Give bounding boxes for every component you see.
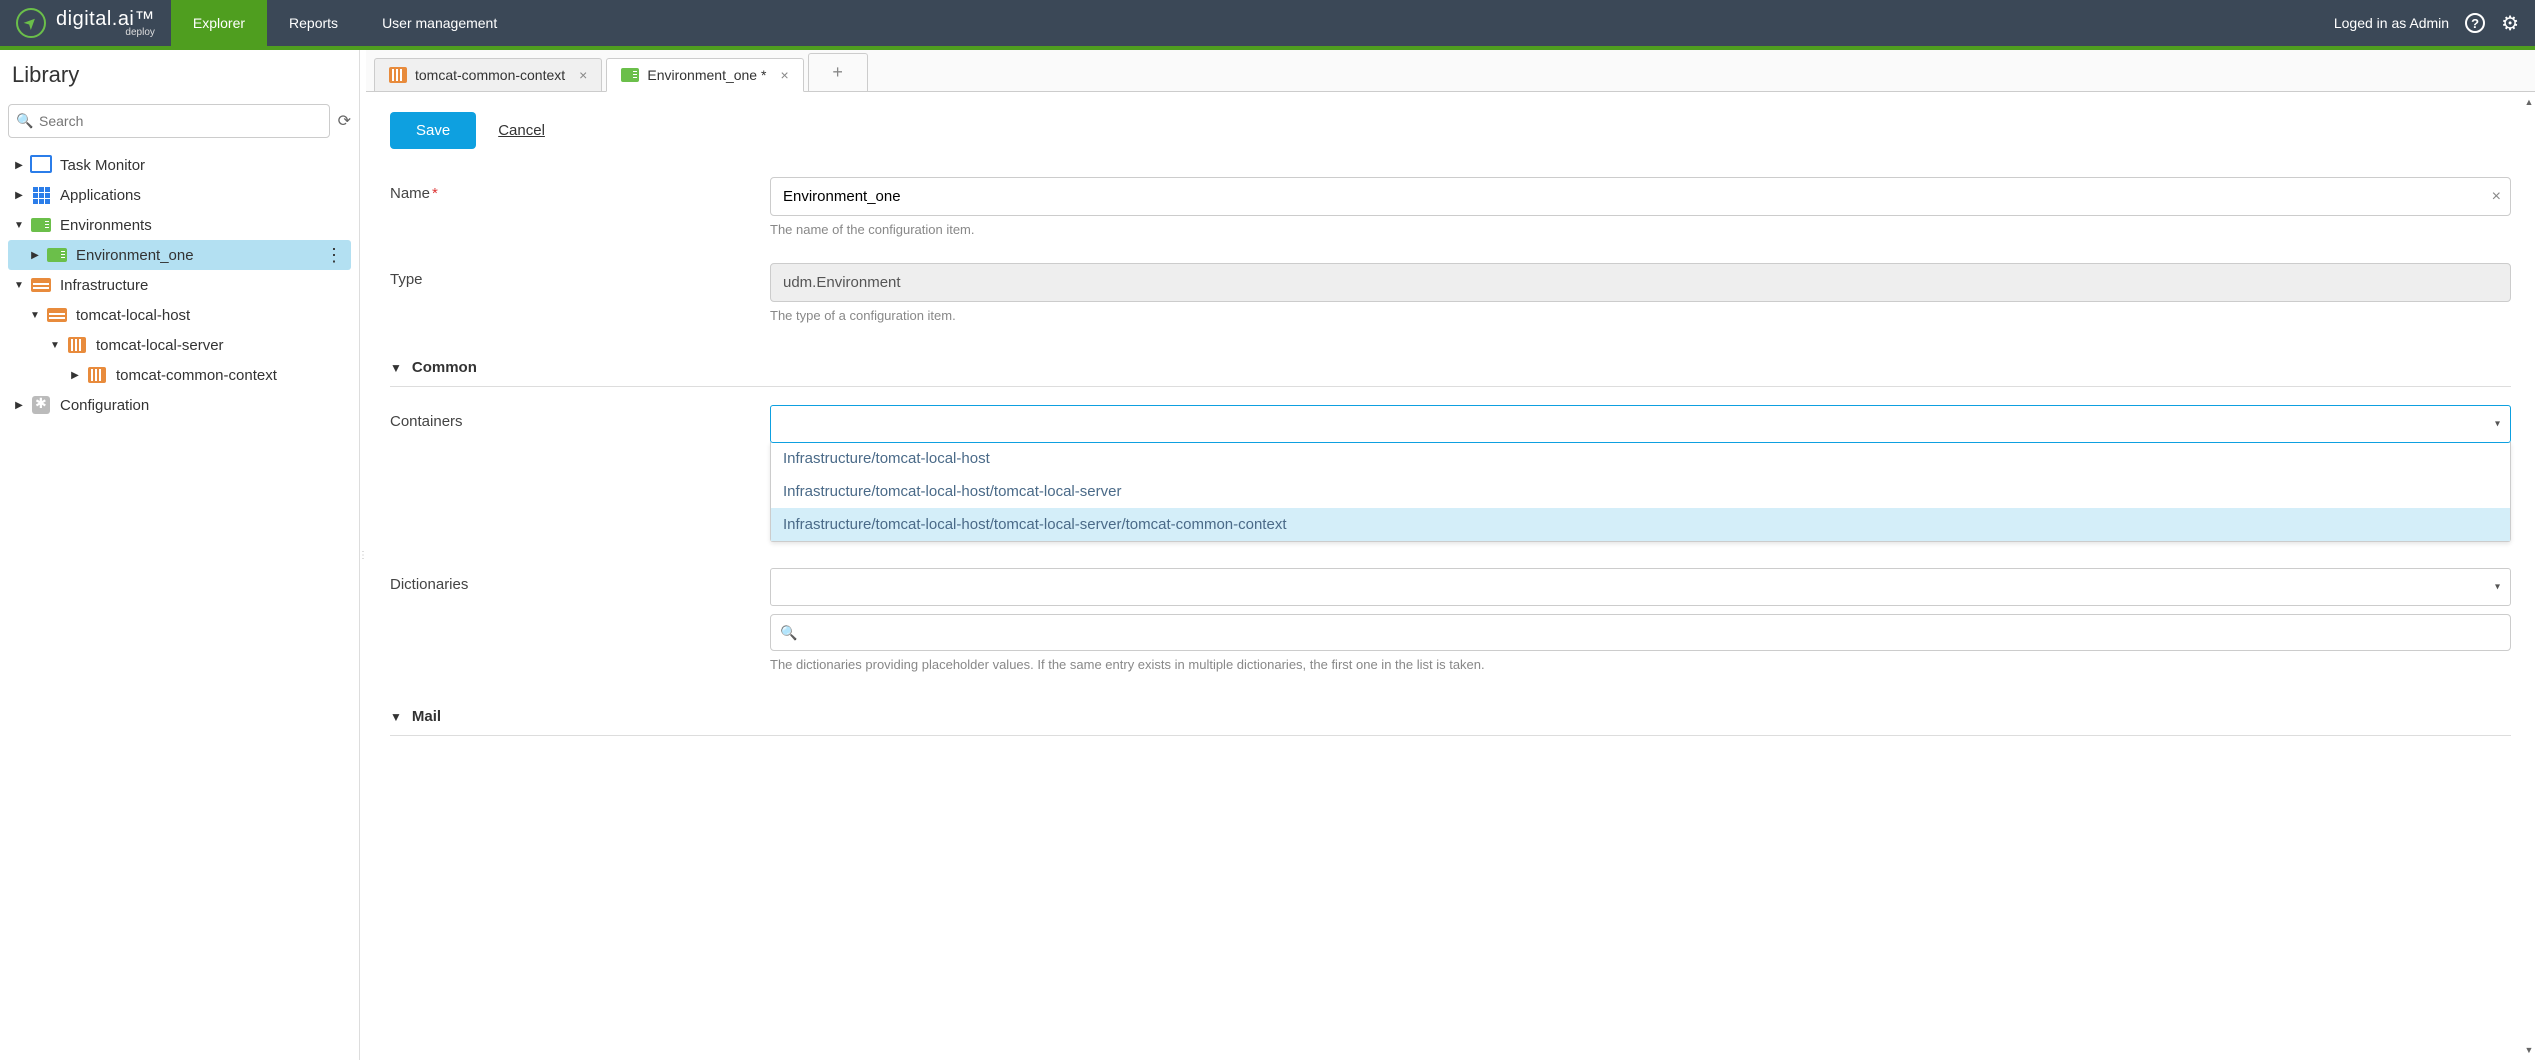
host-icon [46,306,68,324]
tab-label: Environment_one * [647,67,766,83]
cancel-button[interactable]: Cancel [498,122,545,139]
tree-task-monitor[interactable]: ▶ Task Monitor [8,150,351,180]
dictionaries-help: The dictionaries providing placeholder v… [770,657,2511,672]
settings-gear-icon[interactable]: ⚙ [2501,11,2519,36]
search-icon: 🔍 [780,624,797,641]
chevron-down-icon: ▼ [390,361,402,375]
tree-applications[interactable]: ▶ Applications [8,180,351,210]
type-input [770,263,2511,302]
tree-tomcat-server[interactable]: ▼ tomcat-local-server [8,330,351,360]
tree-configuration[interactable]: ▶ Configuration [8,390,351,420]
tabs-bar: tomcat-common-context × Environment_one … [366,50,2535,92]
environment-icon [621,67,639,83]
dropdown-option[interactable]: Infrastructure/tomcat-local-host/tomcat-… [771,508,2510,541]
monitor-icon [30,156,52,174]
form-panel: ▲ Save Cancel Name* × The name of the co… [366,92,2535,1060]
nav-user-management[interactable]: User management [360,0,519,46]
scroll-down-icon[interactable]: ▼ [2523,1040,2535,1060]
tree-tomcat-context[interactable]: ▶ tomcat-common-context [8,360,351,390]
more-actions-icon[interactable]: ⋮ [325,245,343,266]
top-navbar: ➤ digital.ai™ deploy Explorer Reports Us… [0,0,2535,46]
expand-icon[interactable]: ▶ [68,370,82,381]
environment-icon [46,246,68,264]
collapse-icon[interactable]: ▼ [28,310,42,321]
tab-environment-one[interactable]: Environment_one * × [606,58,803,92]
refresh-icon[interactable]: ⟳ [338,111,351,131]
name-input[interactable] [770,177,2511,216]
collapse-icon[interactable]: ▼ [12,220,26,231]
search-icon: 🔍 [16,113,33,130]
help-icon[interactable]: ? [2465,13,2485,33]
context-icon [389,67,407,83]
tree-environments[interactable]: ▼ Environments [8,210,351,240]
nav-reports[interactable]: Reports [267,0,360,46]
sidebar: Library 🔍 ⟳ ▶ Task Monitor ▶ Application… [0,50,360,1060]
containers-dropdown: Infrastructure/tomcat-local-host Infrast… [770,442,2511,542]
section-common[interactable]: ▼ Common [390,349,2511,387]
type-help: The type of a configuration item. [770,308,2511,323]
nav-explorer[interactable]: Explorer [171,0,267,46]
containers-select[interactable] [770,405,2511,443]
collapse-icon[interactable]: ▼ [12,280,26,291]
context-icon [86,366,108,384]
content-pane: tomcat-common-context × Environment_one … [366,50,2535,1060]
name-help: The name of the configuration item. [770,222,2511,237]
chevron-down-icon: ▼ [390,710,402,724]
scroll-up-icon[interactable]: ▲ [2523,92,2535,112]
tab-label: tomcat-common-context [415,67,565,83]
dropdown-option[interactable]: Infrastructure/tomcat-local-host/tomcat-… [771,475,2510,508]
tree-tomcat-host[interactable]: ▼ tomcat-local-host [8,300,351,330]
expand-icon[interactable]: ▶ [12,160,26,171]
expand-icon[interactable]: ▶ [12,400,26,411]
config-icon [30,396,52,414]
close-icon[interactable]: × [579,67,587,83]
containers-label: Containers [390,405,770,430]
sidebar-search-input[interactable] [8,104,330,138]
clear-icon[interactable]: × [2492,188,2501,206]
apps-icon [30,186,52,204]
logged-in-label: Loged in as Admin [2334,15,2449,31]
infrastructure-icon [30,276,52,294]
close-icon[interactable]: × [780,67,788,83]
sidebar-search[interactable]: 🔍 [8,104,330,138]
collapse-icon[interactable]: ▼ [48,340,62,351]
tree-environment-one[interactable]: ▶ Environment_one ⋮ [8,240,351,270]
library-tree: ▶ Task Monitor ▶ Applications ▼ Environm… [8,150,351,420]
brand-name: digital.ai [56,8,134,30]
environment-icon [30,216,52,234]
tab-tomcat-context[interactable]: tomcat-common-context × [374,58,602,91]
expand-icon[interactable]: ▶ [28,250,42,261]
dictionaries-search-input[interactable] [770,614,2511,651]
name-label: Name* [390,177,770,202]
tree-infrastructure[interactable]: ▼ Infrastructure [8,270,351,300]
sidebar-title: Library [8,62,351,88]
dropdown-option[interactable]: Infrastructure/tomcat-local-host [771,442,2510,475]
dictionaries-select[interactable] [770,568,2511,606]
logo-icon: ➤ [16,8,46,38]
expand-icon[interactable]: ▶ [12,190,26,201]
dictionaries-label: Dictionaries [390,568,770,593]
type-label: Type [390,263,770,288]
save-button[interactable]: Save [390,112,476,149]
server-icon [66,336,88,354]
section-mail[interactable]: ▼ Mail [390,698,2511,736]
add-tab-button[interactable]: + [808,53,868,91]
brand-logo: ➤ digital.ai™ deploy [0,0,171,46]
